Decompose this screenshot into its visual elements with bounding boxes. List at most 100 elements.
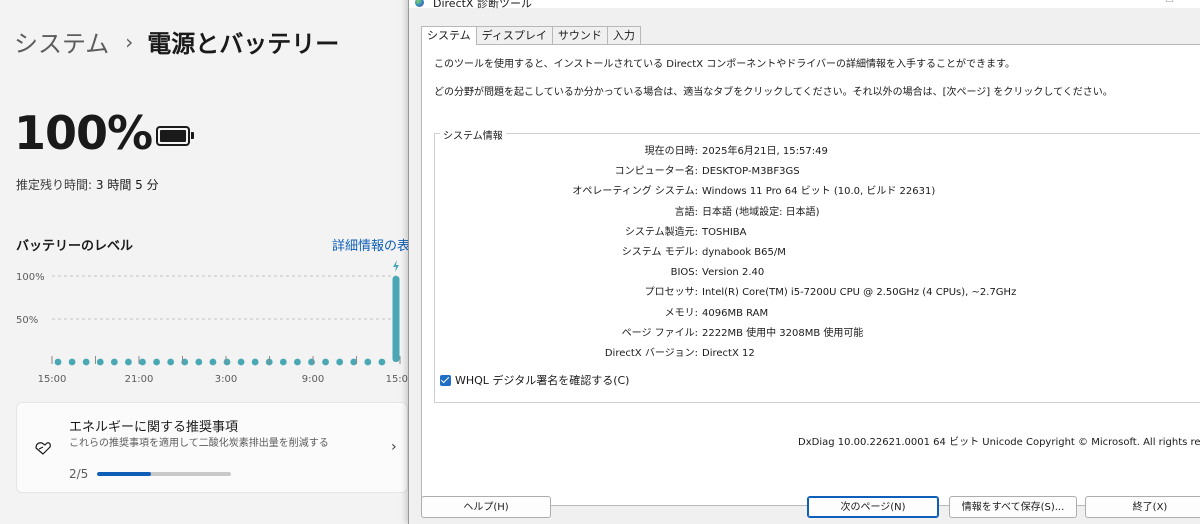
estimated-time-remaining: 推定残り時間: 3 時間 5 分 <box>16 176 159 193</box>
energy-recommendations-card[interactable]: エネルギーに関する推奨事項 これらの推奨事項を適用して二酸化炭素排出量を削減する… <box>16 402 408 493</box>
chart-point <box>336 358 344 366</box>
leaf-heart-icon <box>35 442 51 455</box>
system-info-row: コンピューター名: DESKTOP-M3BF3GS <box>422 165 1200 179</box>
whql-label: WHQL デジタル署名を確認する(C) <box>455 374 630 387</box>
system-info-value: dynabook B65/M <box>702 247 786 258</box>
chart-x-tick-label: 15:00 <box>38 374 67 385</box>
chart-point <box>110 358 118 366</box>
recommendation-progress-bar <box>97 472 231 476</box>
chart-point <box>308 358 315 366</box>
battery-level-chart: 100% 50% 15:00 21:00 3:00 9:00 15:00 <box>16 260 410 385</box>
system-info-key: コンピューター名: <box>614 166 698 178</box>
system-info-row: 現在の日時: 2025年6月21日, 15:57:49 <box>422 145 1200 159</box>
directx-app-icon <box>415 0 424 7</box>
system-tab-panel: このツールを使用すると、インストールされている DirectX コンポーネントや… <box>421 44 1200 506</box>
system-info-value: DirectX 12 <box>702 348 755 359</box>
system-info-key: メモリ: <box>664 307 698 319</box>
system-info-value: Intel(R) Core(TM) i5-7200U CPU @ 2.50GHz… <box>702 287 1017 299</box>
system-info-key: プロセッサ: <box>644 287 698 299</box>
tab-input[interactable]: 入力 <box>606 26 641 45</box>
remaining-label: 推定残り時間: <box>16 178 93 192</box>
chart-point <box>294 358 301 366</box>
breadcrumb-chevron-icon: › <box>125 29 134 54</box>
chart-point <box>223 358 231 366</box>
dxdiag-window: DirectX 診断ツール ☐ システム ディスプレイ サウンド 入力 このツー… <box>408 0 1200 524</box>
system-info-key: システム モデル: <box>621 247 698 258</box>
system-info-value: DESKTOP-M3BF3GS <box>702 166 800 178</box>
help-button[interactable]: ヘルプ(H) <box>421 496 551 518</box>
settings-panel: システム › 電源とバッテリー 100% 推定残り時間: 3 時間 5 分 バッ… <box>0 0 423 516</box>
chart-point <box>68 358 76 366</box>
window-title: DirectX 診断ツール <box>433 0 532 10</box>
chart-x-tick-label: 21:00 <box>125 374 154 385</box>
tab-sound[interactable]: サウンド <box>551 26 608 45</box>
next-page-button[interactable]: 次のページ(N) <box>807 496 939 518</box>
save-all-info-button[interactable]: 情報をすべて保存(S)... <box>949 496 1077 518</box>
recommendation-progress-fill <box>97 472 151 476</box>
system-info-value: 日本語 (地域設定: 日本語) <box>702 206 820 218</box>
tab-display[interactable]: ディスプレイ <box>475 26 553 45</box>
chart-y-tick-label: 50% <box>16 315 38 326</box>
breadcrumb: システム › 電源とバッテリー <box>14 24 339 59</box>
whql-checkbox[interactable]: WHQL デジタル署名を確認する(C) <box>440 372 629 388</box>
system-info-key: BIOS: <box>670 267 698 279</box>
system-info-row: メモリ: 4096MB RAM <box>422 307 1200 321</box>
chart-point <box>153 358 160 366</box>
chart-point <box>364 358 372 366</box>
window-titlebar[interactable]: DirectX 診断ツール ☐ <box>409 0 1200 10</box>
system-info-row: オペレーティング システム: Windows 11 Pro 64 ビット (10.… <box>422 185 1200 199</box>
system-info-row: プロセッサ: Intel(R) Core(TM) i5-7200U CPU @ 2… <box>422 286 1200 300</box>
battery-full-icon <box>156 126 194 146</box>
system-info-group-label: システム情報 <box>440 127 506 142</box>
page-title: 電源とバッテリー <box>147 30 340 58</box>
chart-x-tick-label: 3:00 <box>215 374 237 385</box>
recommendation-subtitle: これらの推奨事項を適用して二酸化炭素排出量を削減する <box>69 438 329 449</box>
chart-point <box>125 358 132 366</box>
system-info-value: TOSHIBA <box>702 226 747 238</box>
remaining-value: 3 時間 5 分 <box>95 178 159 192</box>
chart-y-tick-label: 100% <box>16 272 45 283</box>
system-info-key: オペレーティング システム: <box>572 186 698 198</box>
maximize-icon[interactable]: ☐ <box>1165 0 1174 5</box>
system-info-key: 言語: <box>674 206 698 218</box>
battery-percentage: 100% <box>14 106 153 160</box>
chart-point <box>251 358 259 366</box>
system-info-key: システム製造元: <box>624 226 698 238</box>
intro-text-2: どの分野が問題を起こしているか分かっている場合は、適当なタブをクリックしてくださ… <box>434 87 1113 98</box>
system-info-value: 2222MB 使用中 3208MB 使用可能 <box>702 327 864 339</box>
chevron-right-icon: › <box>391 439 397 455</box>
checkbox-checked-icon[interactable] <box>440 374 451 386</box>
chart-bar <box>392 276 400 362</box>
system-info-row: ページ ファイル: 2222MB 使用中 3208MB 使用可能 <box>422 327 1200 341</box>
system-info-key: DirectX バージョン: <box>604 348 698 359</box>
exit-button[interactable]: 終了(X) <box>1085 496 1200 518</box>
system-info-row: BIOS: Version 2.40 <box>422 266 1200 280</box>
chart-point <box>167 358 175 366</box>
chart-x-tick-label: 15:00 <box>386 374 410 385</box>
system-info-key: 現在の日時: <box>644 146 698 157</box>
recommendation-title: エネルギーに関する推奨事項 <box>69 420 239 435</box>
system-info-row: システム製造元: TOSHIBA <box>422 226 1200 240</box>
chart-point <box>82 358 90 366</box>
system-info-value: 2025年6月21日, 15:57:49 <box>702 146 828 157</box>
chart-point <box>139 358 146 366</box>
system-info-value: Version 2.40 <box>702 267 765 279</box>
system-info-row: DirectX バージョン: DirectX 12 <box>422 347 1200 361</box>
chart-point <box>237 358 245 366</box>
intro-text-1: このツールを使用すると、インストールされている DirectX コンポーネントや… <box>434 59 1016 70</box>
chart-point <box>54 358 62 366</box>
chart-point <box>195 358 203 366</box>
system-info-value: Windows 11 Pro 64 ビット (10.0, ビルド 22631) <box>702 186 936 198</box>
tab-strip: システム ディスプレイ サウンド 入力 <box>421 26 641 45</box>
system-info-key: ページ ファイル: <box>621 327 698 339</box>
version-info: DxDiag 10.00.22621.0001 64 ビット Unicode C… <box>798 437 1200 448</box>
system-info-value: 4096MB RAM <box>702 307 769 319</box>
breadcrumb-system-link[interactable]: システム <box>14 24 109 59</box>
chart-point <box>279 358 287 366</box>
chart-x-tick-label: 9:00 <box>302 374 324 385</box>
chart-point <box>209 358 217 366</box>
chart-point <box>378 358 386 366</box>
chart-point <box>96 358 104 366</box>
system-info-row: システム モデル: dynabook B65/M <box>422 246 1200 260</box>
tab-system[interactable]: システム <box>421 26 477 45</box>
